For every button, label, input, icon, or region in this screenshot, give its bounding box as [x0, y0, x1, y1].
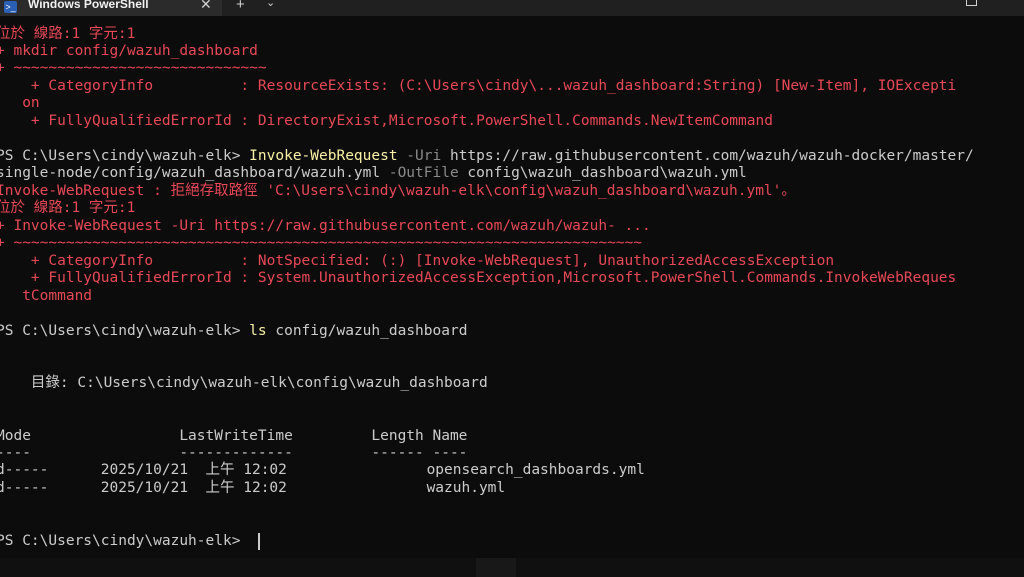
- command-argument: config\wazuh_dashboard\wazuh.yml: [458, 165, 747, 181]
- command-parameter: -Uri: [397, 148, 442, 164]
- error-command-echo: + mkdir config/wazuh_dashboard: [0, 43, 258, 59]
- error-position-line: 位於 線路:1 字元:1: [0, 200, 136, 216]
- command-argument: https://raw.githubusercontent.com/wazuh/…: [441, 148, 974, 164]
- close-icon[interactable]: ✕: [200, 0, 212, 13]
- error-qualified-id: + FullyQualifiedErrorId : DirectoryExist…: [0, 113, 773, 129]
- error-category-info: + CategoryInfo : NotSpecified: (:) [Invo…: [0, 253, 835, 269]
- error-underline: + ~~~~~~~~~~~~~~~~~~~~~~~~~~~~~~~~~~~~~~…: [0, 235, 643, 251]
- error-qualified-id-wrap: tCommand: [0, 288, 93, 304]
- error-category-info: + CategoryInfo : ResourceExists: (C:\Use…: [0, 78, 957, 94]
- error-qualified-id: + FullyQualifiedErrorId : System.Unautho…: [0, 270, 957, 286]
- chevron-down-icon[interactable]: ⌄: [266, 0, 275, 9]
- tab-powershell[interactable]: >_ Windows PowerShell ✕: [0, 0, 222, 16]
- error-category-info-wrap: on: [0, 95, 40, 111]
- command-line-ls: PS C:\Users\cindy\wazuh-elk> ls config/w…: [0, 323, 467, 340]
- current-prompt: PS C:\Users\cindy\wazuh-elk>: [0, 533, 250, 549]
- command-line-invoke: PS C:\Users\cindy\wazuh-elk> Invoke-WebR…: [0, 148, 974, 165]
- terminal-output[interactable]: 位於 線路:1 字元:1 + mkdir config/wazuh_dashbo…: [0, 0, 1024, 577]
- prompt: PS C:\Users\cindy\wazuh-elk>: [0, 148, 250, 164]
- command-name: ls: [249, 323, 267, 339]
- maximize-icon[interactable]: [966, 0, 977, 6]
- command-argument: config/wazuh_dashboard: [266, 323, 468, 339]
- title-bar: >_ Windows PowerShell ✕ + ⌄: [0, 0, 1024, 16]
- error-message: Invoke-WebRequest : 拒絕存取路徑 'C:\Users\cin…: [0, 183, 796, 199]
- command-line-invoke-wrap: single-node/config/wazuh_dashboard/wazuh…: [0, 165, 747, 182]
- text-cursor: [258, 533, 260, 550]
- new-tab-button[interactable]: +: [236, 0, 245, 13]
- powershell-icon: >_: [4, 1, 17, 13]
- bottom-strip: [0, 558, 1024, 577]
- error-command-echo: + Invoke-WebRequest -Uri https://raw.git…: [0, 218, 651, 234]
- prompt: PS C:\Users\cindy\wazuh-elk>: [0, 323, 250, 339]
- error-underline: + ~~~~~~~~~~~~~~~~~~~~~~~~~~~~~: [0, 60, 267, 76]
- listing-column-headers: Mode LastWriteTime Length Name: [0, 428, 468, 444]
- listing-row: d----- 2025/10/21 上午 12:02 wazuh.yml: [0, 480, 506, 496]
- command-argument: single-node/config/wazuh_dashboard/wazuh…: [0, 165, 381, 181]
- command-parameter: -OutFile: [380, 165, 459, 181]
- tab-title: Windows PowerShell: [28, 0, 149, 11]
- error-position-line: 位於 線路:1 字元:1: [0, 26, 136, 42]
- listing-column-underline: ---- ------------- ------ ----: [0, 445, 468, 461]
- directory-header: 目錄: C:\Users\cindy\wazuh-elk\config\wazu…: [0, 375, 488, 391]
- command-name: Invoke-WebRequest: [249, 148, 398, 164]
- listing-row: d----- 2025/10/21 上午 12:02 opensearch_da…: [0, 462, 645, 478]
- bottom-segment: [476, 558, 516, 577]
